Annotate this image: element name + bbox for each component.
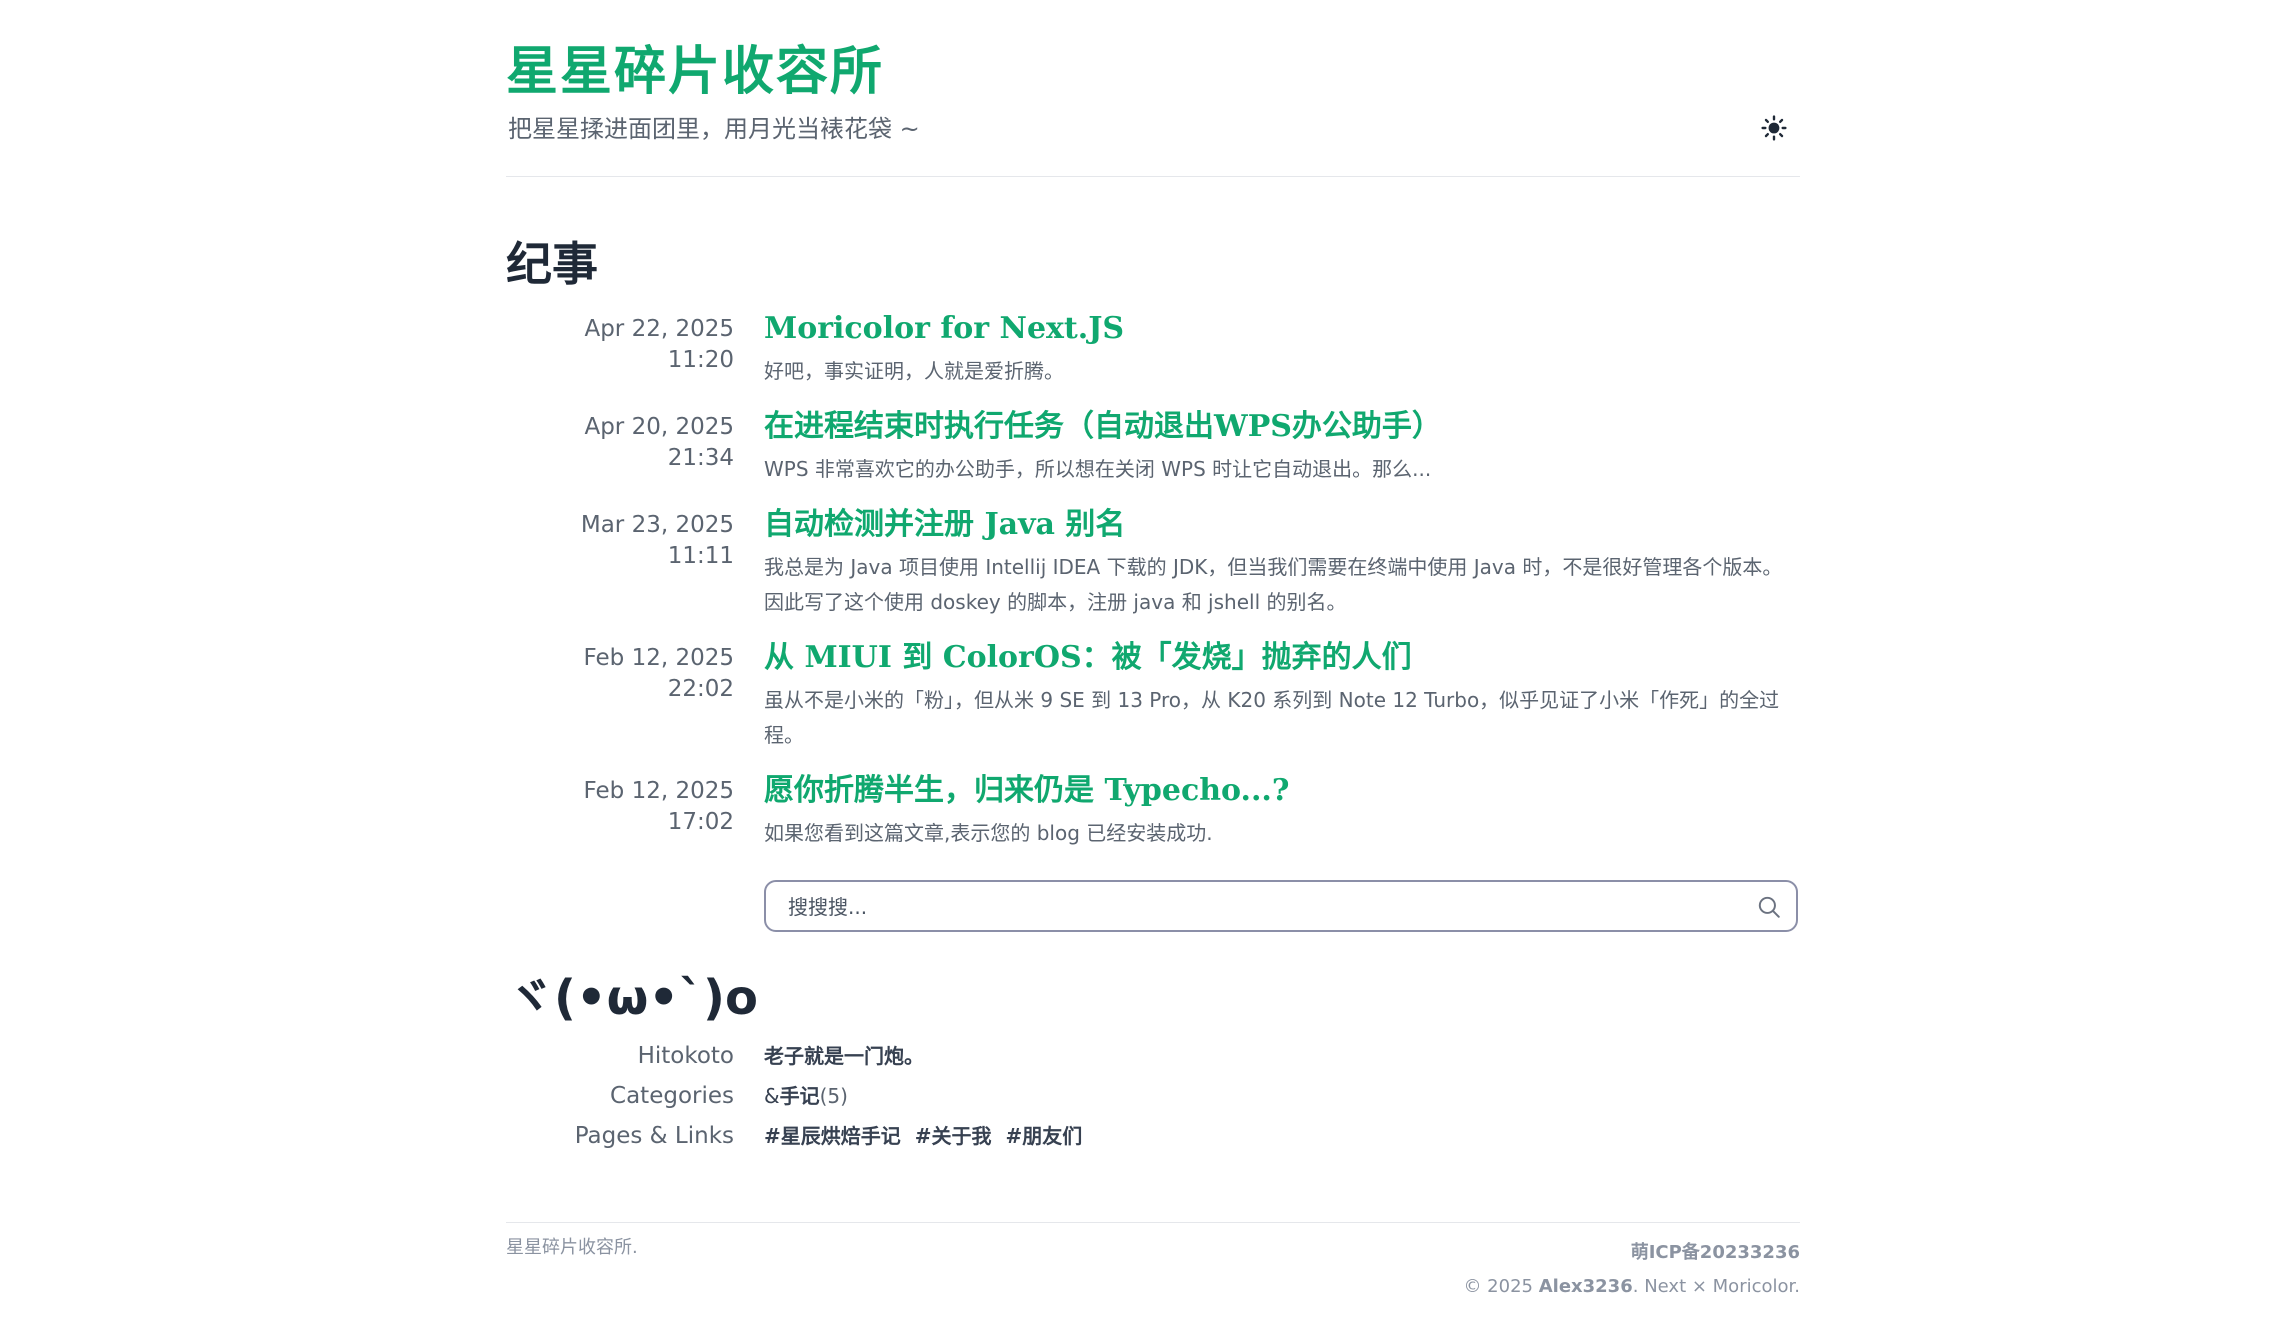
post-body: 自动检测并注册 Java 别名 我总是为 Java 项目使用 Intellij … [764,504,1800,620]
post-title-link[interactable]: 在进程结束时执行任务（自动退出WPS办公助手） [764,406,1800,448]
search-box [764,880,1798,932]
hitokoto-row: Hitokoto 老子就是一门炮。 [506,1036,1800,1076]
hitokoto-text: 老子就是一门炮。 [764,1036,924,1076]
footer-divider [506,1222,1800,1223]
icp-link[interactable]: 萌ICP备20233236 [1631,1242,1800,1263]
category-link[interactable]: 手记 [780,1084,820,1108]
hitokoto-quote: 老子就是一门炮。 [764,1044,924,1068]
post-item: Apr 22, 2025 11:20 Moricolor for Next.JS… [506,308,1800,392]
post-title-link[interactable]: 从 MIUI 到 ColorOS：被「发烧」抛弃的人们 [764,637,1800,679]
pages-links: #星辰烘焙手记 #关于我 #朋友们 [764,1116,1096,1156]
post-date-time: 11:20 [667,347,734,373]
post-excerpt: 如果您看到这篇文章,表示您的 blog 已经安装成功. [764,821,1213,845]
post-date-time: 11:11 [667,543,734,569]
post-date-time: 22:02 [667,676,734,702]
page-link-bakery[interactable]: #星辰烘焙手记 [764,1124,901,1148]
post-item: Feb 12, 2025 22:02 从 MIUI 到 ColorOS：被「发烧… [506,637,1800,757]
post-date: Feb 12, 2025 22:02 [506,643,734,705]
footer-info: 萌ICP备20233236 © 2025 Alex3236. Next × Mo… [1463,1236,1800,1304]
site-subtitle: 把星星揉进面团里，用月光当裱花袋 ~ [508,115,920,143]
sun-icon [1761,115,1787,141]
post-date: Apr 22, 2025 11:20 [506,314,734,376]
post-date-time: 17:02 [667,809,734,835]
archive-heading: 纪事 [506,237,598,291]
post-excerpt: 我总是为 Java 项目使用 Intellij IDEA 下载的 JDK，但当我… [764,555,1783,614]
theme-toggle-button[interactable] [1758,112,1790,144]
categories-row: Categories &手记(5) [506,1076,1800,1116]
categories-value: &手记(5) [764,1076,848,1116]
category-prefix: & [764,1084,780,1108]
post-item: Mar 23, 2025 11:11 自动检测并注册 Java 别名 我总是为 … [506,504,1800,624]
post-title-link[interactable]: 愿你折腾半生，归来仍是 Typecho...? [764,770,1800,812]
category-count: (5) [819,1084,848,1108]
post-body: 从 MIUI 到 ColorOS：被「发烧」抛弃的人们 虽从不是小米的「粉」，但… [764,637,1800,753]
post-date-day: Apr 20, 2025 [584,414,734,440]
categories-label: Categories [610,1083,734,1109]
post-date-day: Apr 22, 2025 [584,316,734,342]
post-date-day: Feb 12, 2025 [583,645,734,671]
post-excerpt: 好吧，事实证明，人就是爱折腾。 [764,359,1064,383]
post-date: Apr 20, 2025 21:34 [506,412,734,474]
post-item: Feb 12, 2025 17:02 愿你折腾半生，归来仍是 Typecho..… [506,770,1800,854]
post-date: Mar 23, 2025 11:11 [506,510,734,572]
post-body: 在进程结束时执行任务（自动退出WPS办公助手） WPS 非常喜欢它的办公助手，所… [764,406,1800,487]
footer-copyright: © 2025 Alex3236. Next × Moricolor. [1463,1270,1800,1304]
post-date-day: Feb 12, 2025 [583,778,734,804]
header-divider [506,176,1800,177]
post-item: Apr 20, 2025 21:34 在进程结束时执行任务（自动退出WPS办公助… [506,406,1800,490]
search-input[interactable] [786,882,1750,932]
post-title-link[interactable]: Moricolor for Next.JS [764,308,1800,350]
pages-label: Pages & Links [574,1123,734,1149]
site-title[interactable]: 星星碎片收容所 [506,36,884,108]
post-body: Moricolor for Next.JS 好吧，事实证明，人就是爱折腾。 [764,308,1800,389]
pages-row: Pages & Links #星辰烘焙手记 #关于我 #朋友们 [506,1116,1800,1156]
footer-site-name: 星星碎片收容所. [506,1237,638,1258]
info-heading: ヾ(•ω•`)o [506,970,758,1026]
page-link-friends[interactable]: #朋友们 [1006,1124,1083,1148]
post-date-day: Mar 23, 2025 [580,512,734,538]
copyright-suffix: . Next × Moricolor. [1632,1276,1800,1297]
post-excerpt: WPS 非常喜欢它的办公助手，所以想在关闭 WPS 时让它自动退出。那么... [764,457,1432,481]
page-link-about[interactable]: #关于我 [915,1124,992,1148]
post-excerpt: 虽从不是小米的「粉」，但从米 9 SE 到 13 Pro，从 K20 系列到 N… [764,688,1780,747]
author-name: Alex3236 [1538,1276,1633,1297]
search-icon[interactable] [1756,894,1782,920]
copyright-prefix: © 2025 [1463,1276,1539,1297]
post-title-link[interactable]: 自动检测并注册 Java 别名 [764,504,1800,546]
post-body: 愿你折腾半生，归来仍是 Typecho...? 如果您看到这篇文章,表示您的 b… [764,770,1800,851]
post-date-time: 21:34 [667,445,734,471]
post-date: Feb 12, 2025 17:02 [506,776,734,838]
hitokoto-label: Hitokoto [637,1043,734,1069]
